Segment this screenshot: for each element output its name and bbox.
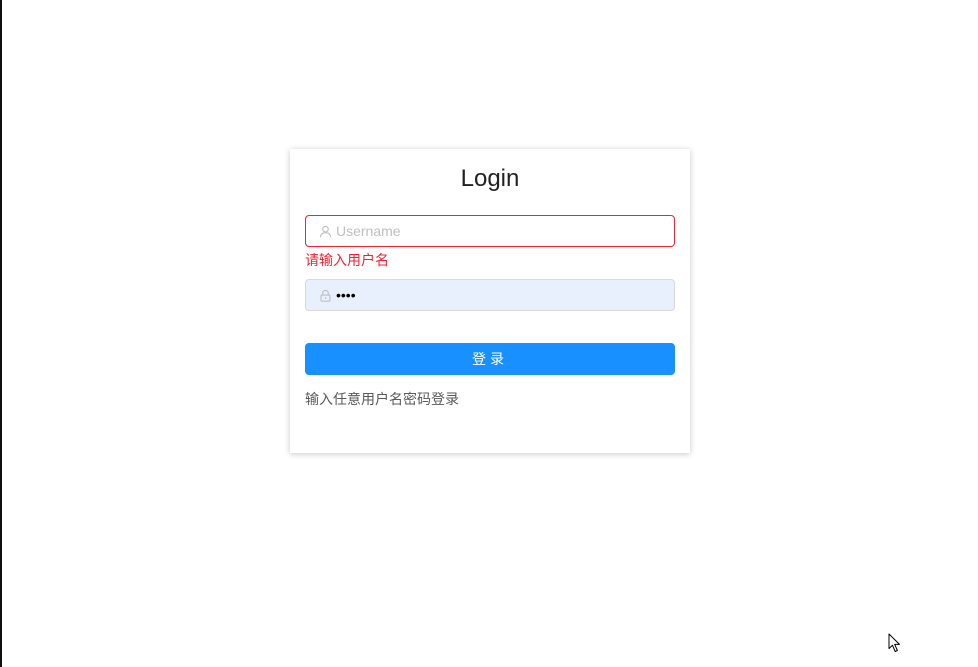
username-error-message: 请输入用户名 — [305, 252, 389, 268]
user-icon — [318, 224, 332, 238]
page: Login 请输入用户名 登录 输入任意用户名密码登录 — [0, 0, 978, 667]
mouse-pointer-icon — [888, 633, 902, 653]
login-button[interactable]: 登录 — [305, 343, 675, 375]
username-input[interactable] — [336, 217, 674, 245]
window-left-edge — [0, 0, 2, 667]
password-input[interactable] — [336, 281, 674, 309]
password-field[interactable] — [305, 279, 675, 311]
login-card: Login 请输入用户名 登录 输入任意用户名密码登录 — [290, 149, 690, 453]
login-title: Login — [460, 165, 520, 192]
lock-icon — [318, 288, 332, 302]
username-field[interactable] — [305, 215, 675, 247]
login-hint: 输入任意用户名密码登录 — [305, 391, 459, 407]
